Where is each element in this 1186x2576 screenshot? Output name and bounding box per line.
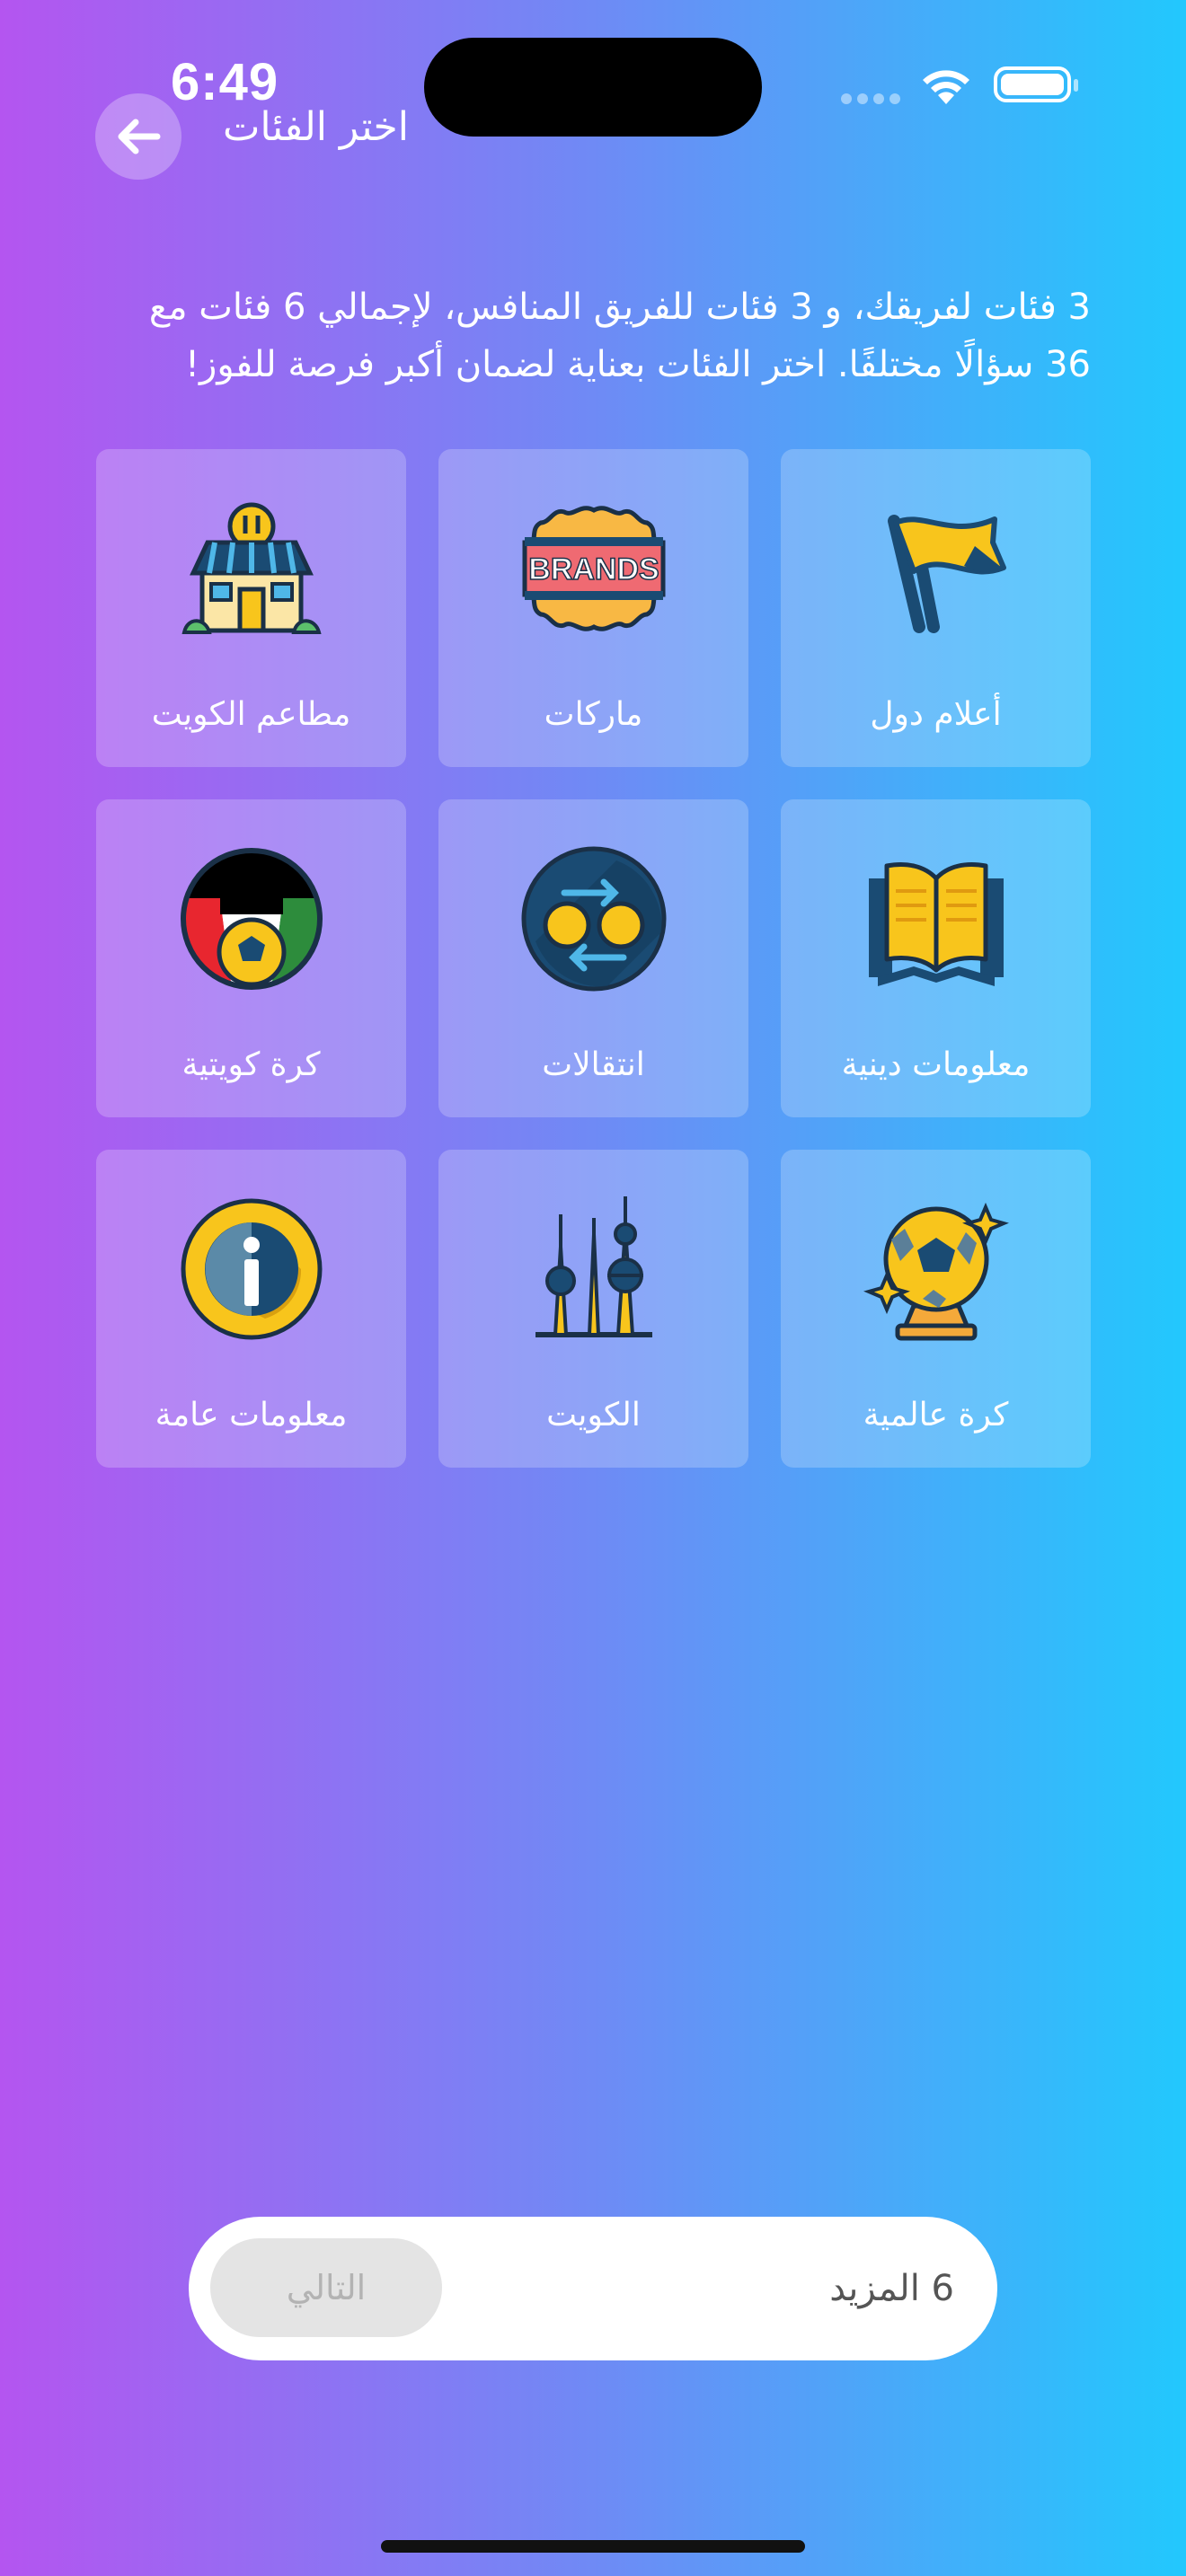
- category-label: معلومات عامة: [155, 1397, 348, 1434]
- category-label: انتقالات: [542, 1046, 645, 1083]
- globe-football-trophy-icon: [863, 1202, 1009, 1341]
- arrow-left-icon: [118, 119, 161, 154]
- category-label: ماركات: [544, 696, 643, 733]
- category-label: كرة كويتية: [181, 1046, 321, 1083]
- battery-icon: [994, 66, 1078, 102]
- category-card-general-info[interactable]: معلومات عامة: [96, 1150, 406, 1468]
- category-grid: أعلام دول BRANDS ماركات مطاعم الكويت معل…: [95, 449, 1091, 1468]
- category-card-transfers[interactable]: انتقالات: [438, 799, 748, 1117]
- category-card-kuwait[interactable]: الكويت: [438, 1150, 748, 1468]
- bottom-action-bar: التالي 6 المزيد: [189, 2217, 997, 2360]
- category-label: الكويت: [546, 1397, 641, 1434]
- badge-text: BRANDS: [528, 552, 659, 587]
- category-label: مطاعم الكويت: [151, 696, 351, 733]
- category-card-religious-info[interactable]: معلومات دينية: [781, 799, 1091, 1117]
- instructions-text: 3 فئات لفريقك، و 3 فئات للفريق المنافس، …: [148, 287, 1091, 385]
- open-book-icon: [868, 862, 1004, 986]
- status-time: 6:49: [171, 53, 279, 111]
- category-card-flags[interactable]: أعلام دول: [781, 449, 1091, 767]
- kuwait-towers-icon: [535, 1196, 652, 1337]
- brands-badge-icon: BRANDS: [522, 506, 665, 631]
- category-label: كرة عالمية: [863, 1397, 1009, 1434]
- transfer-coins-icon: [521, 846, 666, 992]
- restaurant-icon: [181, 502, 322, 634]
- category-label: معلومات دينية: [841, 1046, 1031, 1083]
- category-card-kuwait-restaurants[interactable]: مطاعم الكويت: [96, 449, 406, 767]
- category-card-world-football[interactable]: كرة عالمية: [781, 1150, 1091, 1468]
- info-icon: [181, 1198, 322, 1340]
- wifi-icon: [918, 63, 974, 110]
- home-indicator[interactable]: [381, 2540, 805, 2553]
- kuwait-football-icon: [180, 848, 323, 990]
- category-card-brands[interactable]: BRANDS ماركات: [438, 449, 748, 767]
- flag-icon: [887, 515, 1006, 633]
- page-title: اختر الفئات: [223, 104, 409, 150]
- back-button[interactable]: [95, 93, 181, 180]
- category-card-kuwait-football[interactable]: كرة كويتية: [96, 799, 406, 1117]
- category-label: أعلام دول: [870, 696, 1002, 733]
- next-button[interactable]: التالي: [210, 2238, 442, 2337]
- dynamic-island: [424, 38, 762, 137]
- remaining-count-label: 6 المزيد: [829, 2268, 954, 2309]
- cellular-signal-icon: [841, 91, 906, 108]
